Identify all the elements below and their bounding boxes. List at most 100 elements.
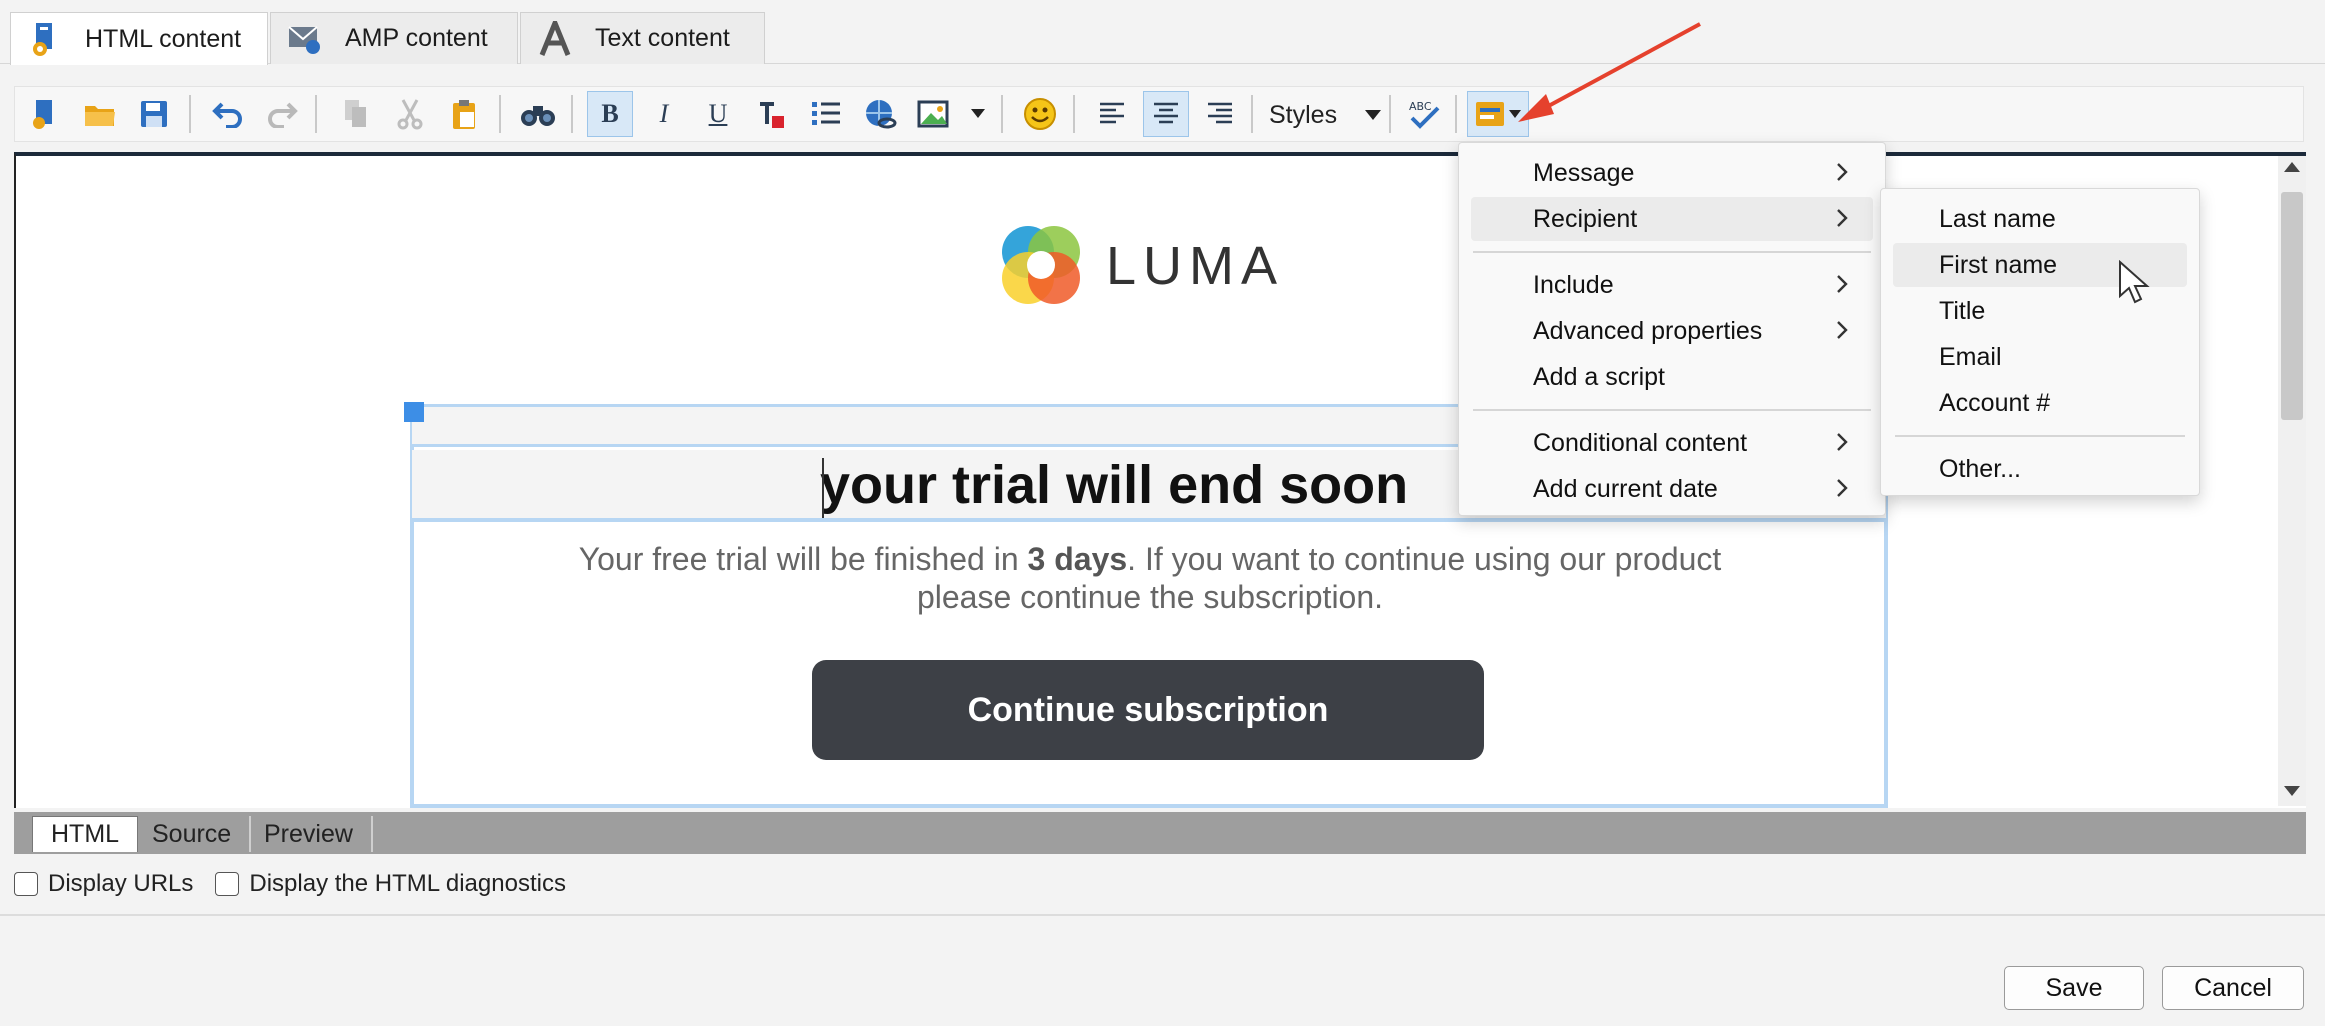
image-icon xyxy=(917,100,949,128)
styles-label: Styles xyxy=(1269,100,1338,129)
scrollbar-thumb[interactable] xyxy=(2281,192,2303,420)
menu-item-advanced-properties[interactable]: Advanced properties xyxy=(1471,309,1873,353)
text-cursor xyxy=(822,458,824,518)
cut-button[interactable] xyxy=(387,91,433,137)
menu-item-label: Add a script xyxy=(1533,362,1666,391)
menu-item-add-script[interactable]: Add a script xyxy=(1471,355,1873,399)
insert-image-button[interactable] xyxy=(911,91,957,137)
menu-item-add-current-date[interactable]: Add current date xyxy=(1471,467,1873,511)
spellcheck-icon: ABC xyxy=(1409,100,1440,129)
view-tab-preview[interactable]: Preview xyxy=(246,816,373,852)
save-toolbar-button[interactable] xyxy=(131,91,177,137)
body-bold: 3 days xyxy=(1027,541,1128,577)
body-prefix: Your free trial will be finished in xyxy=(578,541,1028,577)
menu-item-label: Add current date xyxy=(1533,474,1718,503)
align-right-icon xyxy=(1208,102,1232,124)
globe-link-icon xyxy=(866,100,897,129)
personalization-menu: Message Recipient Include Advanced prope… xyxy=(1458,142,1886,516)
spellcheck-button[interactable]: ABC xyxy=(1401,91,1447,137)
chevron-right-icon xyxy=(1837,209,1848,227)
folder-icon xyxy=(85,106,115,126)
bullet-list-icon xyxy=(812,102,840,125)
binoculars-icon xyxy=(521,106,555,126)
submenu-item-email[interactable]: Email xyxy=(1893,335,2187,379)
scissors-icon xyxy=(397,99,423,130)
align-center-icon xyxy=(1154,102,1178,124)
underline-button[interactable]: U xyxy=(695,91,741,137)
email-body-text[interactable]: Your free trial will be finished in 3 da… xyxy=(560,540,1740,616)
save-button[interactable]: Save xyxy=(2004,966,2144,1010)
menu-item-conditional-content[interactable]: Conditional content xyxy=(1471,421,1873,465)
caret-down-icon xyxy=(1365,110,1381,120)
submenu-item-last-name[interactable]: Last name xyxy=(1893,197,2187,241)
align-center-button[interactable] xyxy=(1143,91,1189,137)
chevron-right-icon xyxy=(1837,479,1848,497)
submenu-item-other[interactable]: Other... xyxy=(1893,447,2187,491)
submenu-item-account[interactable]: Account # xyxy=(1893,381,2187,425)
view-tab-source[interactable]: Source xyxy=(134,816,252,852)
redo-button[interactable] xyxy=(259,91,305,137)
italic-button[interactable]: I xyxy=(641,91,687,137)
resize-handle[interactable] xyxy=(404,402,424,422)
amp-envelope-icon xyxy=(285,19,325,59)
find-button[interactable] xyxy=(515,91,561,137)
redo-icon xyxy=(268,102,298,128)
bold-button[interactable]: B xyxy=(587,91,633,137)
align-left-button[interactable] xyxy=(1089,91,1135,137)
display-urls-label: Display URLs xyxy=(48,870,194,897)
scroll-up-arrow-icon[interactable] xyxy=(2282,160,2302,174)
html-diagnostics-label: Display the HTML diagnostics xyxy=(249,870,566,897)
caret-down-icon xyxy=(971,109,985,118)
tab-label: Text content xyxy=(595,24,730,52)
undo-icon xyxy=(212,102,242,128)
view-tab-html[interactable]: HTML xyxy=(32,816,139,852)
html-content-icon xyxy=(25,19,65,59)
continue-subscription-button[interactable]: Continue subscription xyxy=(812,660,1484,760)
copy-icon xyxy=(345,100,366,127)
open-button[interactable] xyxy=(77,91,123,137)
annotation-arrow xyxy=(1518,22,1701,122)
tab-text-content[interactable]: Text content xyxy=(520,12,765,64)
menu-item-message[interactable]: Message xyxy=(1471,151,1873,195)
tab-html-content[interactable]: HTML content xyxy=(10,12,268,65)
mouse-pointer-icon xyxy=(2119,260,2150,304)
paste-button[interactable] xyxy=(441,91,487,137)
display-urls-checkbox[interactable] xyxy=(14,872,38,896)
image-dropdown-button[interactable] xyxy=(965,91,991,137)
menu-item-label: Message xyxy=(1533,158,1635,187)
new-document-icon xyxy=(33,100,52,129)
menu-item-recipient[interactable]: Recipient xyxy=(1471,197,1873,241)
recipient-submenu: Last name First name Title Email Account… xyxy=(1880,188,2200,496)
menu-item-label: Recipient xyxy=(1533,204,1638,233)
text-color-icon xyxy=(760,102,784,128)
content-tab-bar: HTML content AMP content Text content xyxy=(0,0,2325,65)
bullet-list-button[interactable] xyxy=(803,91,849,137)
logo-text: LUMA xyxy=(1106,236,1285,296)
menu-item-include[interactable]: Include xyxy=(1471,263,1873,307)
menu-item-label: Conditional content xyxy=(1533,428,1748,457)
editor-toolbar: B I U Styles ABC xyxy=(14,86,2304,142)
chevron-right-icon xyxy=(1837,163,1848,181)
tab-label: HTML content xyxy=(85,24,242,53)
styles-dropdown[interactable]: Styles xyxy=(1255,93,1385,137)
new-document-button[interactable] xyxy=(21,91,67,137)
scroll-down-arrow-icon[interactable] xyxy=(2282,784,2302,798)
chevron-right-icon xyxy=(1837,433,1848,451)
copy-button[interactable] xyxy=(333,91,379,137)
smiley-icon xyxy=(1024,98,1056,130)
svg-text:ABC: ABC xyxy=(1409,100,1432,113)
html-diagnostics-checkbox[interactable] xyxy=(215,872,240,896)
align-right-button[interactable] xyxy=(1197,91,1243,137)
undo-button[interactable] xyxy=(205,91,251,137)
chevron-right-icon xyxy=(1837,321,1848,339)
emoji-button[interactable] xyxy=(1017,91,1063,137)
luma-logo: LUMA xyxy=(992,218,1312,314)
menu-item-label: Include xyxy=(1533,270,1614,299)
tab-amp-content[interactable]: AMP content xyxy=(270,12,518,64)
text-color-button[interactable] xyxy=(749,91,795,137)
save-disk-icon xyxy=(141,101,167,127)
insert-link-button[interactable] xyxy=(857,91,903,137)
luma-logo-icon xyxy=(1002,226,1080,304)
menu-item-label: Advanced properties xyxy=(1533,316,1763,345)
cancel-button[interactable]: Cancel xyxy=(2162,966,2304,1010)
